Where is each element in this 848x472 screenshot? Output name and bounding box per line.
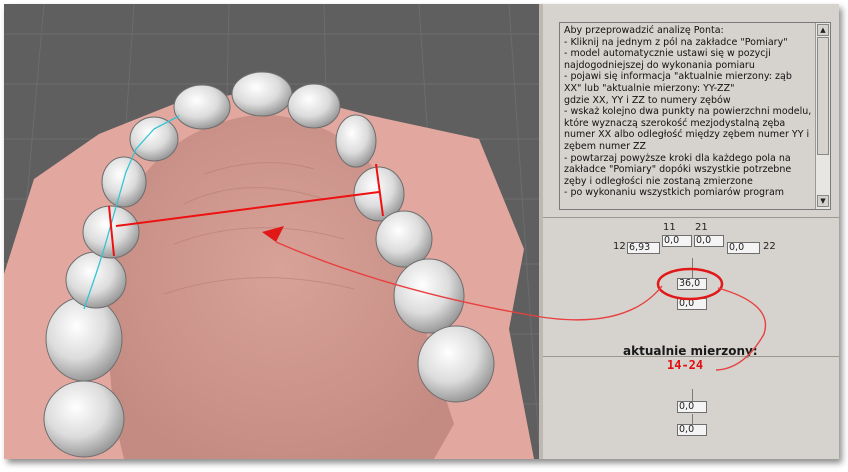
field-tooth-12[interactable]: 6,93: [627, 242, 660, 254]
scroll-down-icon[interactable]: ▼: [817, 195, 829, 207]
scroll-up-icon[interactable]: ▲: [817, 24, 829, 36]
field-tooth-11[interactable]: 0,0: [662, 235, 692, 247]
separator-middle: [543, 356, 839, 357]
field-bottom-1[interactable]: 0,0: [677, 401, 707, 413]
instructions-scrollbar[interactable]: ▲ ▼: [815, 23, 830, 209]
dental-model-render: [4, 4, 539, 459]
connector-tick: [692, 258, 693, 278]
tooth-12-label: 12: [613, 241, 626, 252]
field-bottom-2[interactable]: 0,0: [677, 424, 707, 436]
connector-tick-bottom: [692, 414, 693, 424]
instructions-box: Aby przeprowadzić analizę Ponta: - Klikn…: [559, 22, 831, 210]
scroll-thumb[interactable]: [817, 37, 829, 155]
tooth-22-label: 22: [763, 241, 776, 252]
3d-model-viewport[interactable]: [4, 4, 539, 459]
tooth-21-label: 21: [695, 222, 708, 233]
separator-top: [543, 217, 839, 218]
field-tooth-22[interactable]: 0,0: [727, 242, 760, 254]
tooth-11-label: 11: [663, 222, 676, 233]
current-measure-value: 14-24: [667, 358, 704, 372]
field-14-24[interactable]: 36,0: [677, 278, 707, 290]
app-window: Aby przeprowadzić analizę Ponta: - Klikn…: [4, 4, 839, 459]
instructions-text: Aby przeprowadzić analizę Ponta: - Klikn…: [564, 25, 812, 199]
field-below-14-24[interactable]: 0,0: [677, 298, 707, 310]
field-tooth-21[interactable]: 0,0: [694, 235, 724, 247]
measurements-panel: Aby przeprowadzić analizę Ponta: - Klikn…: [543, 4, 839, 459]
